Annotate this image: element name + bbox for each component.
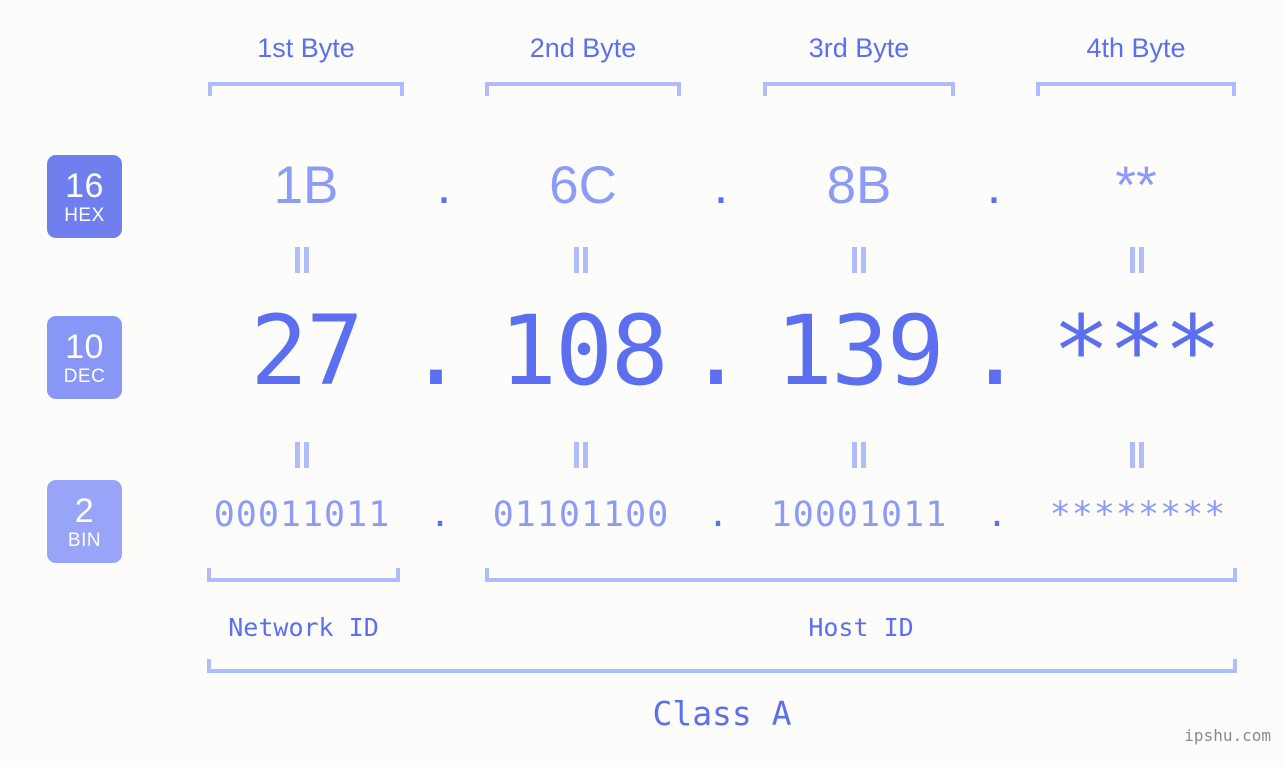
byte-bracket-top-4 <box>1036 82 1236 96</box>
bin-separator-2: . <box>707 495 729 535</box>
network-id-bracket <box>207 568 400 582</box>
equals-mark-dec-bin-3 <box>850 442 868 468</box>
network-id-label: Network ID <box>228 613 379 642</box>
hex-separator-1: . <box>436 156 452 215</box>
byte-header-3-label: 3rd Byte <box>808 33 910 63</box>
bin-separator-3: . <box>986 495 1008 535</box>
hex-octet-4: ** <box>1115 156 1157 215</box>
equals-mark-dec-bin-2 <box>572 442 590 468</box>
equals-mark-dec-bin-4 <box>1128 442 1146 468</box>
byte-header-1-label: 1st Byte <box>257 33 355 63</box>
ip-address-breakdown-diagram: 1st Byte 2nd Byte 3rd Byte 4th Byte 16 H… <box>0 0 1285 767</box>
hex-separator-3: . <box>986 156 1002 215</box>
dec-separator-1: . <box>407 295 465 407</box>
bin-separator-1: . <box>429 495 451 535</box>
byte-bracket-top-1 <box>208 82 404 96</box>
base-badge-bin: 2 BIN <box>47 480 122 563</box>
dec-octet-4: *** <box>1052 295 1221 407</box>
base-badge-hex-name: HEX <box>64 204 105 226</box>
base-badge-bin-name: BIN <box>67 529 102 551</box>
byte-bracket-top-2 <box>485 82 681 96</box>
host-id-label: Host ID <box>808 613 914 642</box>
hex-octet-3: 8B <box>826 156 892 215</box>
hex-octet-1: 1B <box>273 156 339 215</box>
byte-header-4: 4th Byte <box>1036 33 1236 64</box>
byte-header-2-label: 2nd Byte <box>529 33 637 63</box>
host-id-bracket <box>485 568 1237 582</box>
byte-header-1: 1st Byte <box>208 33 404 64</box>
base-badge-dec: 10 DEC <box>47 316 122 399</box>
equals-mark-hex-dec-2 <box>572 247 590 273</box>
hex-separator-2: . <box>713 156 729 215</box>
equals-mark-hex-dec-3 <box>850 247 868 273</box>
byte-bracket-top-3 <box>763 82 955 96</box>
base-badge-hex: 16 HEX <box>47 155 122 238</box>
dec-octet-1: 27 <box>250 295 364 407</box>
dec-octet-3: 139 <box>775 295 944 407</box>
class-bracket <box>207 659 1237 673</box>
byte-header-3: 3rd Byte <box>763 33 955 64</box>
class-label: Class A <box>652 694 792 733</box>
base-badge-dec-name: DEC <box>63 365 106 387</box>
dec-octet-2: 108 <box>499 295 668 407</box>
base-badge-hex-number: 16 <box>65 166 104 205</box>
dec-separator-3: . <box>966 295 1024 407</box>
equals-mark-hex-dec-4 <box>1128 247 1146 273</box>
byte-header-4-label: 4th Byte <box>1086 33 1186 63</box>
equals-mark-hex-dec-1 <box>293 247 311 273</box>
byte-header-2: 2nd Byte <box>485 33 681 64</box>
base-badge-bin-number: 2 <box>74 491 95 530</box>
base-badge-dec-number: 10 <box>65 327 104 366</box>
bin-octet-3: 10001011 <box>770 495 948 535</box>
site-watermark: ipshu.com <box>1184 726 1271 745</box>
bin-octet-2: 01101100 <box>492 495 670 535</box>
dec-separator-2: . <box>687 295 745 407</box>
bin-octet-4: ******** <box>1049 495 1227 535</box>
bin-octet-1: 00011011 <box>213 495 391 535</box>
hex-octet-2: 6C <box>549 156 617 215</box>
equals-mark-dec-bin-1 <box>293 442 311 468</box>
